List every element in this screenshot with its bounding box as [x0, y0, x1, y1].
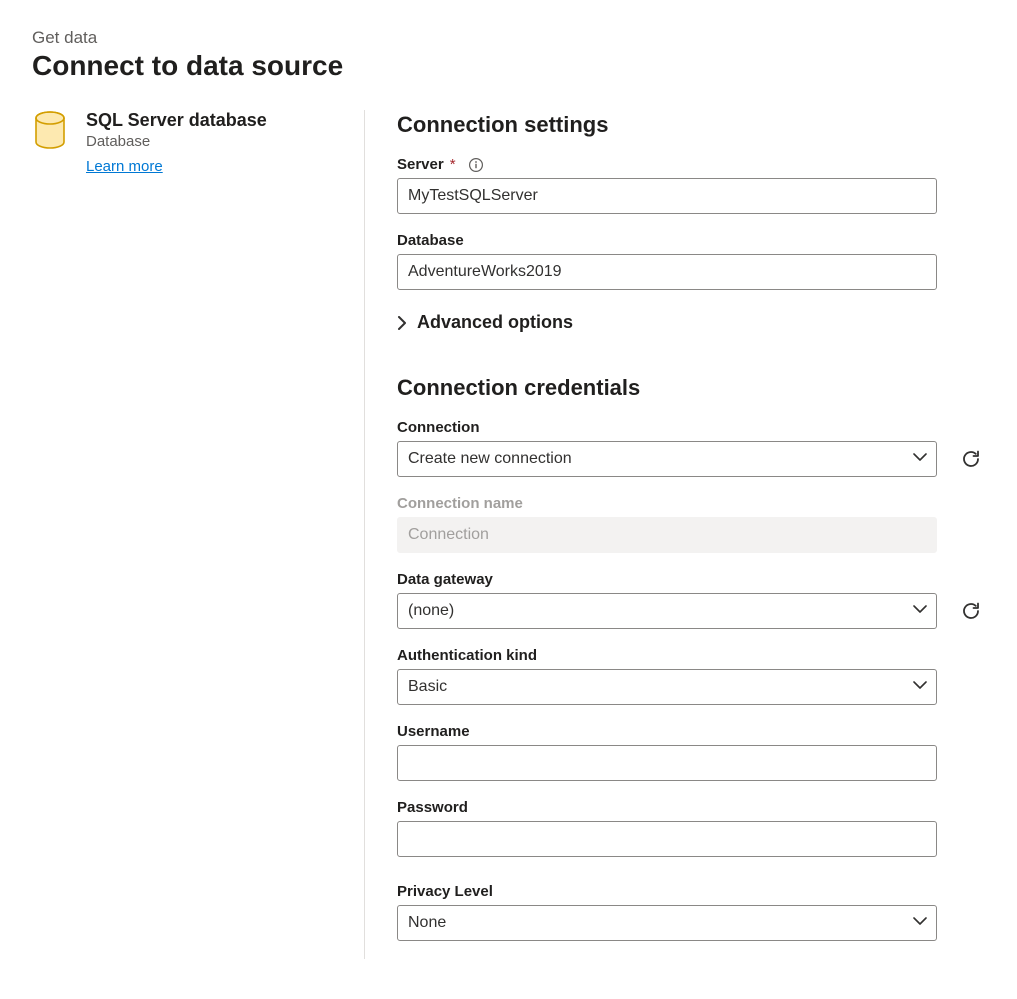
- refresh-gateway-button[interactable]: [957, 597, 985, 625]
- database-icon: [32, 110, 68, 154]
- privacy-level-label: Privacy Level: [397, 883, 985, 900]
- password-label: Password: [397, 799, 985, 816]
- advanced-options-toggle[interactable]: Advanced options: [397, 312, 985, 333]
- database-input[interactable]: [397, 254, 937, 290]
- server-label: Server*: [397, 156, 985, 173]
- breadcrumb: Get data: [32, 28, 985, 48]
- connection-name-input: [397, 517, 937, 553]
- connection-settings-heading: Connection settings: [397, 112, 985, 138]
- server-input[interactable]: [397, 178, 937, 214]
- connection-name-label: Connection name: [397, 495, 985, 512]
- refresh-connection-button[interactable]: [957, 445, 985, 473]
- source-subtitle: Database: [86, 133, 267, 150]
- password-input[interactable]: [397, 821, 937, 857]
- chevron-right-icon: [397, 316, 407, 330]
- info-icon[interactable]: [468, 157, 484, 173]
- data-gateway-select[interactable]: (none): [397, 593, 937, 629]
- source-title: SQL Server database: [86, 110, 267, 131]
- learn-more-link[interactable]: Learn more: [86, 158, 163, 175]
- page-title: Connect to data source: [32, 50, 985, 82]
- username-label: Username: [397, 723, 985, 740]
- data-gateway-label: Data gateway: [397, 571, 985, 588]
- username-input[interactable]: [397, 745, 937, 781]
- connection-credentials-heading: Connection credentials: [397, 375, 985, 401]
- authentication-kind-select[interactable]: Basic: [397, 669, 937, 705]
- database-label: Database: [397, 232, 985, 249]
- privacy-level-select[interactable]: None: [397, 905, 937, 941]
- connection-label: Connection: [397, 419, 985, 436]
- authentication-kind-label: Authentication kind: [397, 647, 985, 664]
- connection-select[interactable]: Create new connection: [397, 441, 937, 477]
